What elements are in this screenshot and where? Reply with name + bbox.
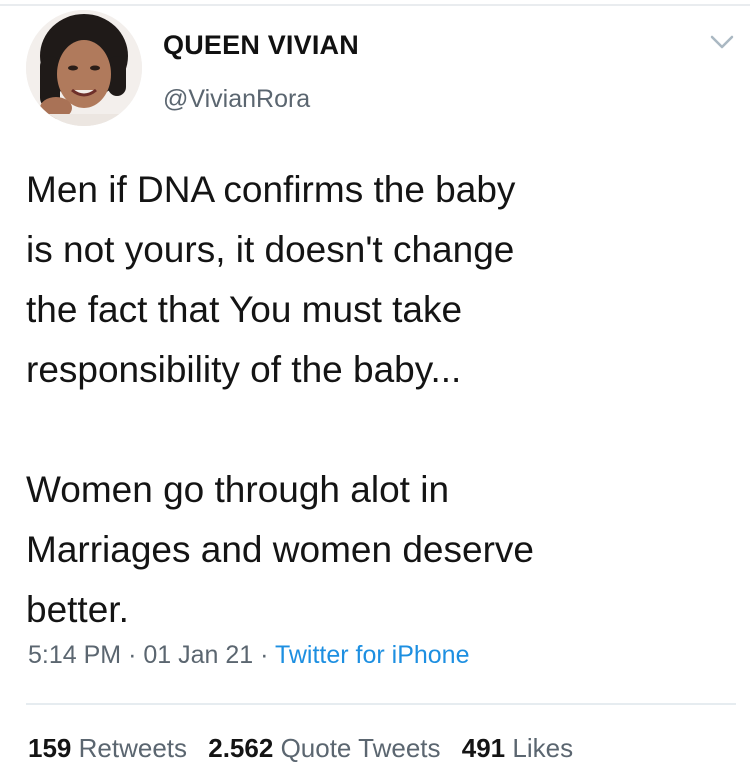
tweet-card: QUEEN VIVIAN @VivianRora Men if DNA conf… [0, 0, 750, 783]
tweet-stats: 159 Retweets 2.562 Quote Tweets 491 Like… [28, 733, 587, 764]
retweets-count: 159 [28, 733, 72, 763]
avatar[interactable] [26, 10, 142, 126]
display-name[interactable]: QUEEN VIVIAN [163, 30, 359, 61]
stats-divider [26, 703, 736, 705]
tweet-date[interactable]: 01 Jan 21 [143, 641, 253, 669]
likes-stat[interactable]: 491 Likes [462, 733, 573, 763]
quote-tweets-label: Quote Tweets [280, 733, 441, 763]
retweets-label: Retweets [78, 733, 188, 763]
likes-label: Likes [512, 733, 574, 763]
quote-tweets-stat[interactable]: 2.562 Quote Tweets [208, 733, 440, 763]
likes-count: 491 [461, 733, 506, 763]
tweet-meta: 5:14 PM · 01 Jan 21 · Twitter for iPhone [28, 641, 469, 670]
quote-tweets-count: 2.562 [208, 733, 274, 763]
chevron-down-icon[interactable] [708, 32, 736, 52]
avatar-image [26, 10, 142, 126]
tweet-source[interactable]: Twitter for iPhone [275, 641, 470, 669]
meta-separator: · [128, 641, 137, 669]
retweets-stat[interactable]: 159 Retweets [28, 733, 187, 763]
tweet-text: Men if DNA confirms the baby is not your… [26, 169, 534, 630]
user-handle[interactable]: @VivianRora [163, 85, 310, 114]
meta-separator: · [260, 641, 269, 669]
tweet-time[interactable]: 5:14 PM [28, 641, 121, 669]
